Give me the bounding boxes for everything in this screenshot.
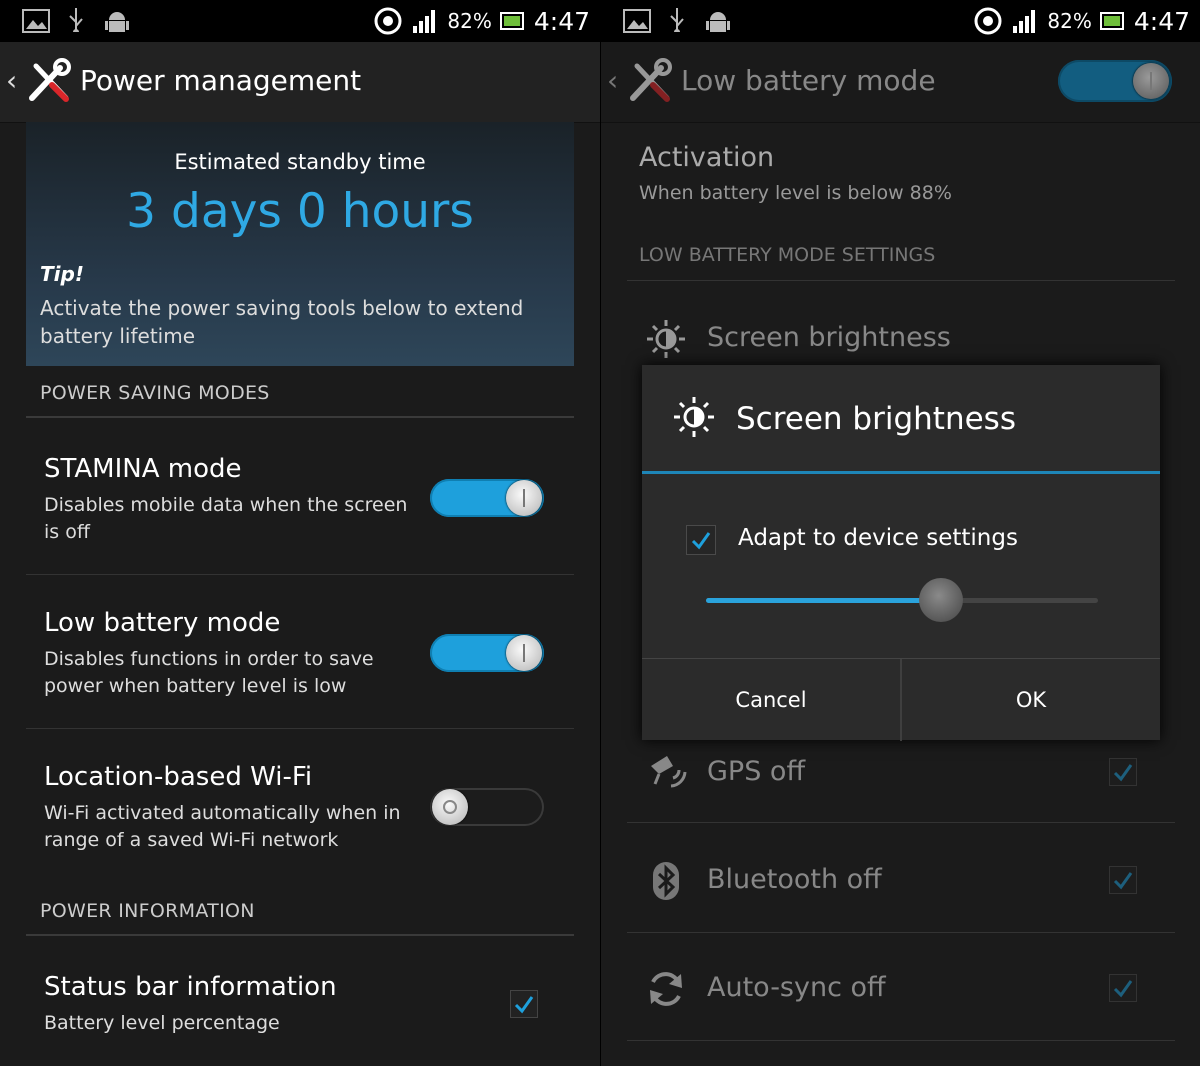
power-management-screen: 82% 4:47 ‹ Power management Estimated st… xyxy=(0,0,600,1066)
tip-title: Tip! xyxy=(40,262,84,286)
screen-brightness-label: Screen brightness xyxy=(707,322,951,353)
usb-icon xyxy=(69,8,83,32)
system-indicators: 82% 4:47 xyxy=(973,4,1190,38)
check-icon xyxy=(691,532,711,550)
bluetooth-icon xyxy=(653,862,679,900)
dialog-title: Screen brightness xyxy=(736,401,1016,437)
status-bar-info-title: Status bar information xyxy=(44,972,337,1002)
dialog-header: Screen brightness xyxy=(642,365,1160,473)
usb-icon xyxy=(670,8,684,32)
battery-percent: 82% xyxy=(447,9,492,33)
low-battery-mode-toggle[interactable] xyxy=(430,634,544,672)
divider xyxy=(627,1040,1175,1041)
sync-icon xyxy=(974,7,1002,35)
divider xyxy=(627,280,1175,281)
dialog-buttons: Cancel OK xyxy=(642,658,1160,741)
page-title: Low battery mode xyxy=(681,64,936,97)
standby-label: Estimated standby time xyxy=(174,150,426,174)
low-battery-mode-subtitle: Disables functions in order to save powe… xyxy=(44,648,374,697)
divider xyxy=(26,574,574,575)
location-wifi-title: Location-based Wi-Fi xyxy=(44,762,313,792)
settings-tools-icon xyxy=(29,58,71,102)
stamina-mode-subtitle: Disables mobile data when the screen is … xyxy=(44,494,408,543)
low-battery-mode-master-toggle[interactable] xyxy=(1058,60,1172,102)
location-wifi-subtitle: Wi-Fi activated automatically when in ra… xyxy=(44,802,401,851)
stamina-mode-title: STAMINA mode xyxy=(44,454,242,484)
adapt-to-device-label[interactable]: Adapt to device settings xyxy=(738,525,1018,551)
action-bar: ‹ Power management xyxy=(0,42,600,123)
cancel-button[interactable]: Cancel xyxy=(642,659,902,741)
auto-sync-off-checkbox[interactable] xyxy=(1109,974,1137,1002)
dialog-title-divider xyxy=(642,471,1160,474)
check-icon xyxy=(514,996,534,1014)
toggle-knob xyxy=(1133,63,1169,99)
brightness-slider[interactable] xyxy=(706,578,1098,622)
power-saving-modes-header: POWER SAVING MODES xyxy=(40,382,270,404)
brightness-icon xyxy=(674,397,714,437)
gps-off-label: GPS off xyxy=(707,756,806,787)
activation-title: Activation xyxy=(639,142,775,173)
standby-card: Estimated standby time 3 days 0 hours Ti… xyxy=(26,122,574,366)
location-wifi-toggle[interactable] xyxy=(430,788,544,826)
adapt-to-device-checkbox[interactable] xyxy=(686,525,716,555)
low-battery-mode-screen: 82% 4:47 ‹ Low battery mode Activation W… xyxy=(600,0,1200,1066)
image-icon xyxy=(623,9,651,33)
sync-icon xyxy=(650,972,682,1006)
divider xyxy=(26,416,574,418)
status-bar-info-checkbox[interactable] xyxy=(510,990,538,1018)
gps-off-checkbox[interactable] xyxy=(1109,758,1137,786)
low-battery-settings-header: LOW BATTERY MODE SETTINGS xyxy=(639,244,936,266)
clock: 4:47 xyxy=(1133,6,1190,36)
brightness-slider-fill xyxy=(706,598,942,603)
bluetooth-off-checkbox[interactable] xyxy=(1109,866,1137,894)
toggle-knob xyxy=(432,789,468,825)
android-icon xyxy=(706,12,730,32)
ok-button[interactable]: OK xyxy=(902,659,1160,741)
standby-value: 3 days 0 hours xyxy=(126,184,474,239)
activation-subtitle: When battery level is below 88% xyxy=(639,182,952,204)
screen-brightness-dialog: Screen brightness Adapt to device settin… xyxy=(642,365,1160,741)
status-bar: 82% 4:47 xyxy=(0,0,600,42)
battery-icon xyxy=(1099,12,1124,30)
divider xyxy=(627,932,1175,933)
page-title: Power management xyxy=(80,64,362,97)
bluetooth-off-label: Bluetooth off xyxy=(707,864,882,895)
settings-tools-icon xyxy=(630,58,672,102)
battery-icon xyxy=(499,12,524,30)
status-bar-info-subtitle: Battery level percentage xyxy=(44,1012,280,1034)
brightness-icon xyxy=(647,320,685,358)
image-icon xyxy=(22,9,50,33)
check-icon xyxy=(1113,872,1133,890)
divider xyxy=(627,822,1175,823)
divider xyxy=(26,728,574,729)
toggle-knob xyxy=(506,635,542,671)
android-icon xyxy=(105,12,129,32)
back-chevron-icon[interactable]: ‹ xyxy=(607,64,618,97)
battery-percent: 82% xyxy=(1047,9,1092,33)
back-chevron-icon[interactable]: ‹ xyxy=(6,64,17,97)
auto-sync-off-label: Auto-sync off xyxy=(707,972,886,1003)
tip-text: Activate the power saving tools below to… xyxy=(40,296,524,348)
power-information-header: POWER INFORMATION xyxy=(40,900,255,922)
stamina-mode-toggle[interactable] xyxy=(430,479,544,517)
gps-icon xyxy=(651,756,687,788)
check-icon xyxy=(1113,764,1133,782)
divider xyxy=(26,934,574,936)
brightness-slider-thumb[interactable] xyxy=(919,578,964,622)
status-bar: 82% 4:47 xyxy=(601,0,1200,42)
low-battery-mode-title: Low battery mode xyxy=(44,608,281,638)
system-indicators: 82% 4:47 xyxy=(373,4,590,38)
toggle-knob xyxy=(506,480,542,516)
signal-icon xyxy=(413,10,436,33)
check-icon xyxy=(1113,980,1133,998)
sync-icon xyxy=(374,7,402,35)
clock: 4:47 xyxy=(533,6,590,36)
signal-icon xyxy=(1013,10,1036,33)
